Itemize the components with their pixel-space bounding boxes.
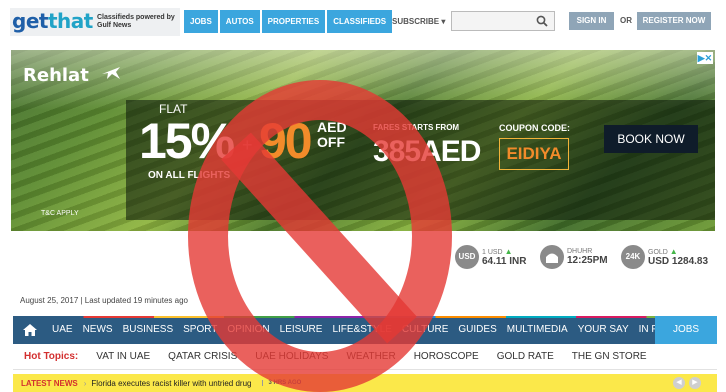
arrow-up-icon: ▲ — [504, 247, 513, 256]
ad-coupon-label: COUPON CODE: — [499, 123, 571, 133]
nav-item-business[interactable]: BUSINESS — [118, 316, 179, 344]
nav-color-strip — [13, 316, 717, 318]
currency-widget[interactable]: USD 1 USD ▲ 64.11 INR — [455, 240, 526, 274]
nav-item-jobs[interactable]: JOBS — [655, 316, 717, 344]
currency-value: 64.11 INR — [482, 256, 527, 267]
classifieds-nav: JOBS AUTOS PROPERTIES CLASSIFIEDS — [184, 10, 394, 33]
nav-classifieds[interactable]: CLASSIFIEDS — [327, 10, 393, 33]
ad-corner-text: T&C APPLY — [41, 210, 79, 217]
arrow-up-icon: ▲ — [669, 247, 678, 256]
currency-small-wrap: 1 USD ▲ — [482, 247, 526, 256]
dateline: August 25, 2017 | Last updated 19 minute… — [20, 296, 188, 305]
latest-news-label: LATEST NEWS — [21, 378, 78, 388]
prayer-small: DHUHR — [567, 248, 593, 255]
topic-weather[interactable]: WEATHER — [346, 351, 395, 362]
topic-uae-holidays[interactable]: UAE HOLIDAYS — [255, 351, 328, 362]
home-glyph — [23, 324, 37, 336]
nav-item-opinion[interactable]: OPINION — [222, 316, 274, 344]
ad-on-all-flights: ON ALL FLIGHTS — [148, 170, 231, 181]
ad-fare-price: 385AED — [373, 135, 481, 168]
topic-gn-store[interactable]: THE GN STORE — [572, 351, 647, 362]
home-icon[interactable] — [13, 316, 47, 344]
topic-gold-rate[interactable]: GOLD RATE — [497, 351, 554, 362]
sign-in-button[interactable]: SIGN IN — [569, 12, 614, 30]
gold-small: GOLD — [648, 249, 668, 256]
prayer-value: 12:25PM — [567, 255, 608, 266]
getthat-logo[interactable]: getthat Classifieds powered by Gulf News — [10, 8, 180, 36]
chevron-right-icon: › — [83, 378, 87, 388]
currency-small: 1 USD — [482, 249, 503, 256]
subscribe-label: SUBSCRIBE — [392, 17, 440, 26]
brand-get: get — [12, 9, 48, 33]
gold-value: USD 1284.83 — [648, 256, 709, 267]
register-button[interactable]: REGISTER NOW — [637, 12, 711, 30]
nav-item-news[interactable]: NEWS — [78, 316, 118, 344]
search-icon[interactable] — [536, 15, 548, 27]
brand-that: that — [47, 9, 93, 33]
currency-badge: USD — [455, 245, 479, 269]
top-bar: getthat Classifieds powered by Gulf News… — [0, 0, 726, 44]
prayer-text: DHUHR 12:25PM — [567, 248, 608, 266]
nav-properties[interactable]: PROPERTIES — [261, 10, 326, 33]
brand-tagline: Classifieds powered by Gulf News — [97, 14, 175, 29]
nav-item-uae[interactable]: UAE — [47, 316, 78, 344]
subscribe-dropdown[interactable]: SUBSCRIBE ▾ — [392, 17, 445, 26]
ad-plus: + — [242, 135, 253, 155]
gold-badge: 24K — [621, 245, 645, 269]
book-now-button[interactable]: BOOK NOW — [604, 125, 698, 153]
ad-choices-icon[interactable]: ▶✕ — [697, 52, 713, 64]
topic-horoscope[interactable]: HOROSCOPE — [414, 351, 479, 362]
previous-icon[interactable]: ◀ — [673, 377, 685, 389]
latest-headline[interactable]: Florida executes racist killer with untr… — [91, 379, 251, 388]
page: getthat Classifieds powered by Gulf News… — [0, 0, 726, 392]
hot-topics-label: Hot Topics: — [24, 351, 79, 362]
nav-item-guides[interactable]: GUIDES — [453, 316, 501, 344]
main-nav: UAE NEWS BUSINESS SPORT OPINION LEISURE … — [13, 316, 717, 344]
nav-item-life-style[interactable]: LIFE&STYLE — [327, 316, 396, 344]
search-input[interactable] — [451, 11, 555, 31]
mosque-glyph — [546, 253, 558, 263]
nav-autos[interactable]: AUTOS — [219, 10, 260, 33]
chevron-down-icon: ▾ — [441, 17, 446, 26]
nav-item-your-say[interactable]: YOUR SAY — [573, 316, 634, 344]
currency-text: 1 USD ▲ 64.11 INR — [482, 247, 526, 267]
nav-item-culture[interactable]: CULTURE — [397, 316, 453, 344]
ad-bonus: 90 — [259, 113, 313, 169]
latest-news-ticker: LATEST NEWS › Florida executes racist ki… — [13, 374, 717, 392]
mosque-icon — [540, 245, 564, 269]
nav-jobs[interactable]: JOBS — [184, 10, 218, 33]
gold-small-wrap: GOLD ▲ — [648, 247, 708, 256]
ad-bonus-unit: AED OFF — [317, 119, 347, 150]
ad-brand-logo: Rehlat — [23, 65, 89, 86]
latest-time-ago: 3 HRS AGO — [261, 380, 301, 386]
ad-coupon-code: EIDIYA — [499, 138, 569, 170]
airplane-icon — [102, 67, 120, 79]
next-icon[interactable]: ▶ — [689, 377, 701, 389]
rehlat-ad-banner[interactable]: Rehlat ▶✕ FLAT 15% + 90 AED OFF ON ALL F… — [11, 50, 715, 231]
topic-qatar-crisis[interactable]: QATAR CRISIS — [168, 351, 237, 362]
ad-discount: 15% — [139, 113, 235, 169]
ad-fares-label: FARES STARTS FROM — [373, 123, 460, 132]
gold-text: GOLD ▲ USD 1284.83 — [648, 247, 708, 267]
nav-item-multimedia[interactable]: MULTIMEDIA — [502, 316, 573, 344]
nav-item-sport[interactable]: SPORT — [178, 316, 222, 344]
hot-topics-bar: Hot Topics: VAT IN UAE QATAR CRISIS UAE … — [13, 344, 717, 370]
nav-item-leisure[interactable]: LEISURE — [275, 316, 328, 344]
or-label: OR — [620, 16, 632, 25]
brand-wordmark: getthat — [12, 9, 93, 33]
prayer-time-widget[interactable]: DHUHR 12:25PM — [540, 240, 608, 274]
topic-vat-in-uae[interactable]: VAT IN UAE — [96, 351, 150, 362]
gold-rate-widget[interactable]: 24K GOLD ▲ USD 1284.83 — [621, 240, 708, 274]
